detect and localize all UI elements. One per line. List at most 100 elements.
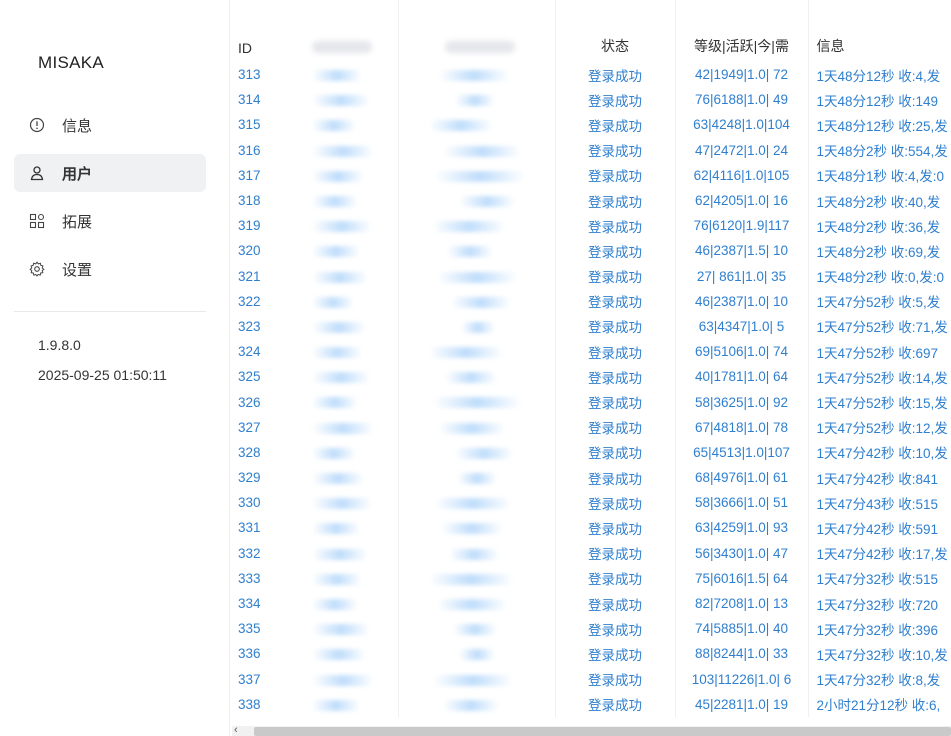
redacted-blur [312, 321, 366, 333]
cell-info: 1天47分32秒 收:396 [816, 622, 939, 638]
table-row[interactable]: 323 登录成功 63|4347|1.0| 5 1天47分52秒 收:71,发 [232, 313, 951, 340]
table-row[interactable]: 320 登录成功 46|2387|1.5| 10 1天48分2秒 收:69,发 [232, 238, 951, 264]
table-row[interactable]: 336 登录成功 88|8244|1.0| 33 1天47分32秒 收:10,发 [232, 641, 951, 667]
table-row[interactable]: 329 登录成功 68|4976|1.0| 61 1天47分42秒 收:841 [232, 465, 951, 491]
cell-status: 登录成功 [555, 590, 676, 617]
cell-level: 63|4259|1.0| 93 [675, 515, 809, 541]
cell-status: 登录成功 [555, 414, 676, 440]
table-row[interactable]: 324 登录成功 69|5106|1.0| 74 1天47分52秒 收:697 [232, 339, 951, 365]
sidebar-nav: 信息 用户 拓展 设置 [14, 106, 206, 298]
sidebar-item-extensions[interactable]: 拓展 [14, 202, 206, 240]
table-row[interactable]: 313 登录成功 42|1949|1.0| 72 1天48分12秒 收:4,发 [232, 62, 951, 88]
cell-status: 登录成功 [555, 112, 676, 138]
cell-id: 329 [238, 470, 261, 486]
cell-info: 1天48分2秒 收:36,发 [816, 219, 941, 235]
sidebar-item-users[interactable]: 用户 [14, 154, 206, 192]
cell-id: 314 [238, 92, 261, 108]
table-row[interactable]: 332 登录成功 56|3430|1.0| 47 1天47分42秒 收:17,发 [232, 540, 951, 566]
cell-redacted-1 [290, 288, 399, 314]
table-row[interactable]: 327 登录成功 67|4818|1.0| 78 1天47分52秒 收:12,发 [232, 414, 951, 440]
table-row[interactable]: 338 登录成功 45|2281|1.0| 19 2小时21分12秒 收:6, [232, 691, 951, 717]
redacted-blur [432, 221, 505, 233]
cell-id: 326 [238, 394, 261, 410]
column-header-id[interactable]: ID [232, 0, 290, 62]
table-row[interactable]: 328 登录成功 65|4513|1.0|107 1天47分42秒 收:10,发 [232, 439, 951, 465]
cell-redacted-2 [398, 313, 556, 340]
column-header-level[interactable]: 等级|活跃|今|需 [675, 0, 809, 62]
cell-status: 登录成功 [555, 213, 676, 239]
cell-redacted-2 [398, 490, 556, 516]
cell-redacted-1 [290, 414, 399, 440]
cell-id: 338 [238, 696, 261, 712]
table-row[interactable]: 316 登录成功 47|2472|1.0| 24 1天48分2秒 收:554,发 [232, 137, 951, 163]
table-row[interactable]: 330 登录成功 58|3666|1.0| 51 1天47分43秒 收:515 [232, 490, 951, 516]
table-row[interactable]: 325 登录成功 40|1781|1.0| 64 1天47分52秒 收:14,发 [232, 364, 951, 390]
table-row[interactable]: 335 登录成功 74|5885|1.0| 40 1天47分32秒 收:396 [232, 616, 951, 642]
cell-id: 337 [238, 671, 261, 687]
cell-info: 1天47分52秒 收:71,发 [816, 320, 948, 336]
redacted-blur [456, 473, 497, 485]
table-row[interactable]: 314 登录成功 76|6188|1.0| 49 1天48分12秒 收:149 [232, 87, 951, 113]
table-row[interactable]: 319 登录成功 76|6120|1.9|117 1天48分2秒 收:36,发 [232, 213, 951, 239]
sidebar-item-settings[interactable]: 设置 [14, 250, 206, 288]
table-row[interactable]: 317 登录成功 62|4116|1.0|105 1天48分1秒 收:4,发:0 [232, 162, 951, 188]
cell-status: 登录成功 [555, 137, 676, 163]
cell-level: 88|8244|1.0| 33 [675, 641, 809, 667]
sidebar-item-info[interactable]: 信息 [14, 106, 206, 144]
horizontal-scrollbar[interactable]: ‹ [232, 724, 951, 736]
cell-info: 1天47分52秒 收:697 [816, 345, 939, 361]
redacted-blur [442, 145, 521, 157]
cell-status: 登录成功 [555, 162, 676, 188]
cell-id: 323 [238, 318, 261, 334]
table-row[interactable]: 322 登录成功 46|2387|1.0| 10 1天47分52秒 收:5,发 [232, 288, 951, 314]
cell-redacted-2 [398, 666, 556, 692]
cell-level: 58|3666|1.0| 51 [675, 490, 809, 516]
user-table: ID 状态 等级|活跃|今|需 信息 313 登录成功 42|1949|1.0| 7… [232, 0, 951, 717]
cell-info: 1天47分42秒 收:591 [816, 521, 939, 537]
cell-status: 登录成功 [555, 439, 676, 465]
redacted-blur [312, 70, 362, 82]
cell-level: 56|3430|1.0| 47 [675, 540, 809, 566]
sidebar-item-label: 拓展 [62, 213, 93, 231]
redacted-blur [452, 624, 497, 636]
column-header-info[interactable]: 信息 [808, 0, 951, 62]
cell-level: 42|1949|1.0| 72 [675, 62, 809, 88]
user-table-container[interactable]: ID 状态 等级|活跃|今|需 信息 313 登录成功 42|1949|1.0| 7… [232, 0, 951, 722]
table-row[interactable]: 318 登录成功 62|4205|1.0| 16 1天48分2秒 收:40,发 [232, 187, 951, 214]
redacted-blur [454, 447, 513, 459]
table-row[interactable]: 331 登录成功 63|4259|1.0| 93 1天47分42秒 收:591 [232, 515, 951, 541]
table-row[interactable]: 326 登录成功 58|3625|1.0| 92 1天47分52秒 收:15,发 [232, 389, 951, 415]
cell-redacted-2 [398, 187, 556, 214]
sidebar: MISAKA 信息 用户 拓展 设置 1.9.8.0 2025-09-25 01… [0, 0, 230, 736]
redacted-blur [312, 195, 358, 207]
cell-status: 登录成功 [555, 339, 676, 365]
cell-redacted-2 [398, 641, 556, 667]
column-header-redacted-2[interactable] [398, 0, 556, 62]
cell-level: 45|2281|1.0| 19 [675, 691, 809, 717]
redacted-blur [432, 397, 521, 409]
cell-status: 登录成功 [555, 540, 676, 566]
column-header-redacted-1[interactable] [290, 0, 399, 62]
cell-info: 1天48分2秒 收:69,发 [816, 244, 941, 260]
table-row[interactable]: 315 登录成功 63|4248|1.0|104 1天48分12秒 收:25,发 [232, 112, 951, 138]
table-row[interactable]: 334 登录成功 82|7208|1.0| 13 1天47分32秒 收:720 [232, 590, 951, 617]
scrollbar-thumb[interactable] [254, 727, 951, 736]
cell-level: 76|6120|1.9|117 [675, 213, 809, 239]
cell-status: 登录成功 [555, 313, 676, 340]
cell-level: 69|5106|1.0| 74 [675, 339, 809, 365]
cell-info: 1天47分43秒 收:515 [816, 496, 939, 512]
cell-id: 315 [238, 117, 261, 133]
cell-redacted-1 [290, 565, 399, 591]
app-title: MISAKA [38, 53, 105, 72]
redacted-blur [448, 548, 499, 560]
redacted-blur [434, 498, 511, 510]
table-row[interactable]: 337 登录成功 103|11226|1.0| 6 1天47分32秒 收:8,发 [232, 666, 951, 692]
table-row[interactable]: 333 登录成功 75|6016|1.5| 64 1天47分32秒 收:515 [232, 565, 951, 591]
cell-level: 67|4818|1.0| 78 [675, 414, 809, 440]
redacted-blur [312, 422, 374, 434]
table-row[interactable]: 321 登录成功 27| 861|1.0| 35 1天48分2秒 收:0,发:0 [232, 263, 951, 289]
redacted-blur [312, 598, 358, 610]
column-header-status[interactable]: 状态 [555, 0, 676, 62]
redacted-blur [312, 221, 372, 233]
scroll-left-arrow-icon[interactable]: ‹ [234, 724, 238, 736]
